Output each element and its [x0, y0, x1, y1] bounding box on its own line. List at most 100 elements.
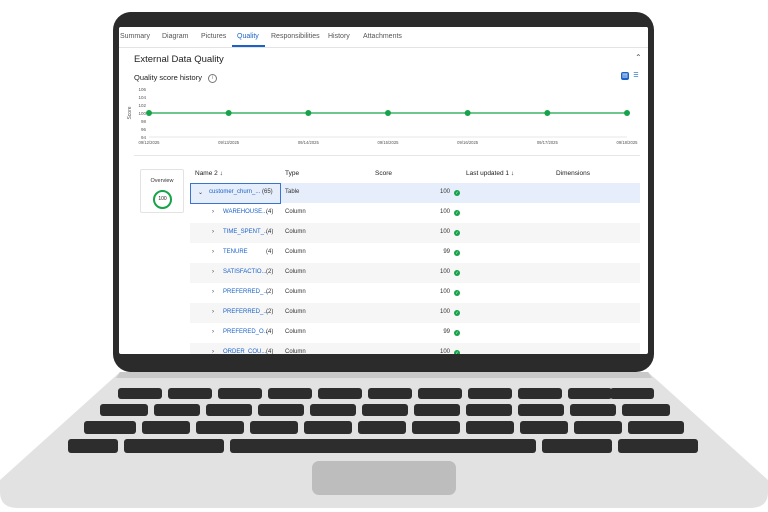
x-tick-label: 09/17/2025	[537, 140, 559, 145]
info-icon[interactable]: i	[208, 73, 218, 83]
row-name-link[interactable]: TIME_SPENT_...	[223, 229, 269, 235]
chevron-up-icon[interactable]: ⌃	[635, 53, 642, 62]
header-name[interactable]: Name 2 ↓	[195, 170, 223, 177]
quality-score-chart: Score94969810010210410609/12/2025 09/13/2…	[127, 87, 639, 145]
row-score: 99	[443, 249, 450, 255]
chevron-right-icon[interactable]: ›	[212, 269, 214, 275]
chevron-right-icon[interactable]: ›	[212, 329, 214, 335]
row-child-count: (4)	[266, 329, 274, 335]
chevron-down-icon[interactable]: ⌄	[198, 189, 203, 196]
row-type: Column	[285, 249, 306, 255]
header-score[interactable]: Score	[375, 170, 392, 177]
row-name-link[interactable]: TENURE	[223, 249, 248, 255]
check-icon: ✓	[454, 270, 460, 276]
x-tick-label: 09/14/2025	[298, 140, 320, 145]
row-type: Column	[285, 289, 306, 295]
tab-responsibilities[interactable]: Responsibilities	[271, 33, 320, 40]
check-icon: ✓	[454, 230, 460, 236]
score-data-point	[464, 110, 471, 116]
x-tick-label: 09/15/2025	[378, 140, 400, 145]
row-score: 100	[439, 289, 450, 295]
row-score: 100	[439, 349, 450, 354]
overview-score-ring: 100	[153, 190, 172, 209]
row-name-link[interactable]: PREFERRED_...	[223, 309, 268, 315]
table-row[interactable]: › SATISFACTIO... (2) Column 100 ✓	[190, 263, 640, 283]
row-score: 100	[439, 229, 450, 235]
row-child-count: (4)	[266, 209, 274, 215]
header-last-updated[interactable]: Last updated 1 ↓	[466, 170, 514, 177]
check-icon: ✓	[454, 330, 460, 336]
row-name-link[interactable]: WAREHOUSE...	[223, 209, 267, 215]
check-icon: ✓	[454, 250, 460, 256]
chevron-right-icon[interactable]: ›	[212, 309, 214, 315]
row-type: Table	[285, 189, 300, 195]
check-icon: ✓	[454, 210, 460, 216]
row-score: 100	[439, 209, 450, 215]
chevron-right-icon[interactable]: ›	[212, 289, 214, 295]
row-child-count: (2)	[266, 269, 274, 275]
tab-summary[interactable]: Summary	[120, 33, 150, 40]
row-score: 100	[439, 269, 450, 275]
row-child-count: (4)	[266, 349, 274, 354]
tab-diagram[interactable]: Diagram	[162, 33, 188, 40]
overview-card[interactable]: Overview 100	[140, 169, 184, 213]
panel-title: External Data Quality	[134, 54, 224, 65]
row-name-link[interactable]: PREFERRED_...	[223, 289, 268, 295]
tab-attachments[interactable]: Attachments	[363, 33, 402, 40]
laptop-base	[0, 372, 768, 508]
row-child-count: (4)	[266, 229, 274, 235]
table-row[interactable]: › PREFERED_O... (4) Column 99 ✓	[190, 323, 640, 343]
row-name-link[interactable]: ORDER_COU...	[223, 349, 266, 354]
score-data-point	[305, 110, 312, 116]
y-tick-label: 106	[138, 87, 146, 92]
row-child-count: (2)	[266, 289, 274, 295]
score-data-point	[624, 110, 630, 116]
table-row[interactable]: › TIME_SPENT_... (4) Column 100 ✓	[190, 223, 640, 243]
check-icon: ✓	[454, 290, 460, 296]
chevron-right-icon[interactable]: ›	[212, 209, 214, 215]
table-row[interactable]: › TENURE (4) Column 99 ✓	[190, 243, 640, 263]
chevron-right-icon[interactable]: ›	[212, 249, 214, 255]
chevron-right-icon[interactable]: ›	[212, 349, 214, 354]
overview-label: Overview	[150, 178, 174, 184]
tab-quality[interactable]: Quality	[237, 33, 259, 40]
tab-history[interactable]: History	[328, 33, 350, 40]
table-row[interactable]: › WAREHOUSE... (4) Column 100 ✓	[190, 203, 640, 223]
check-icon: ✓	[454, 310, 460, 316]
y-tick-label: 102	[138, 103, 146, 108]
y-axis-label: Score	[127, 106, 133, 119]
row-name-link[interactable]: SATISFACTIO...	[223, 269, 267, 275]
score-data-point	[146, 110, 152, 116]
chart-view-icon[interactable]: ▤	[621, 72, 629, 80]
row-name-link[interactable]: PREFERED_O...	[223, 329, 269, 335]
tab-pictures[interactable]: Pictures	[201, 33, 226, 40]
quality-history-label: Quality score history	[134, 73, 202, 82]
y-tick-label: 100	[138, 111, 146, 116]
tab-bar: Summary Diagram Pictures Quality Respons…	[119, 27, 648, 48]
app-screen: Summary Diagram Pictures Quality Respons…	[119, 27, 648, 354]
row-score: 100	[439, 309, 450, 315]
table-row[interactable]: ⌄ customer_churn_... (65) Table 100 ✓	[190, 183, 640, 204]
y-tick-label: 96	[141, 127, 147, 132]
quality-history-title: Quality score history i	[134, 73, 218, 83]
table-row[interactable]: › PREFERRED_... (2) Column 100 ✓	[190, 283, 640, 303]
x-tick-label: 09/13/2025	[218, 140, 240, 145]
x-tick-label: 09/18/2025	[617, 140, 639, 145]
list-view-icon[interactable]: ☰	[632, 72, 640, 80]
check-icon: ✓	[454, 350, 460, 354]
table-row[interactable]: › PREFERRED_... (2) Column 100 ✓	[190, 303, 640, 323]
row-name-link[interactable]: customer_churn_...	[209, 189, 260, 195]
table-row[interactable]: › ORDER_COU... (4) Column 100 ✓	[190, 343, 640, 354]
score-data-point	[225, 110, 232, 116]
row-child-count: (4)	[266, 249, 274, 255]
row-type: Column	[285, 269, 306, 275]
header-type[interactable]: Type	[285, 170, 299, 177]
row-type: Column	[285, 209, 306, 215]
row-type: Column	[285, 349, 306, 354]
y-tick-label: 98	[141, 119, 147, 124]
row-type: Column	[285, 329, 306, 335]
chevron-right-icon[interactable]: ›	[212, 229, 214, 235]
x-tick-label: 09/12/2025	[139, 140, 161, 145]
header-dimensions[interactable]: Dimensions	[556, 170, 590, 177]
score-data-point	[385, 110, 391, 116]
